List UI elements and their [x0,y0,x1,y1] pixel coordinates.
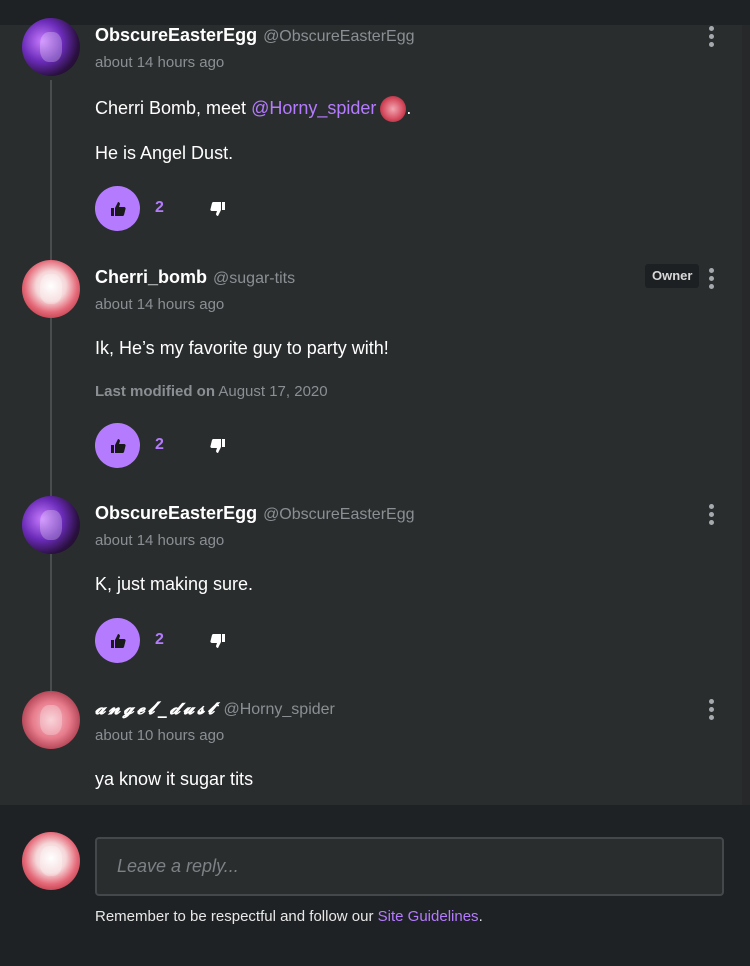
more-options-icon[interactable] [706,26,716,48]
like-button[interactable] [95,186,140,231]
guidelines-notice: Remember to be respectful and follow our… [95,908,483,925]
more-options-icon[interactable] [706,268,716,290]
author-name[interactable]: 𝓪𝓷𝓰𝓮𝓵_𝓭𝓾𝓼𝓽 [95,698,217,719]
comment-text: ya know it sugar tits [95,769,254,789]
avatar[interactable] [22,18,80,76]
thumbs-up-icon [110,438,126,453]
thumbs-down-icon [210,439,225,453]
comment-text: . [406,97,412,118]
comment-time[interactable]: about 10 hours ago [95,727,224,744]
author-name[interactable]: ObscureEasterEgg [95,25,257,45]
reply-input[interactable] [95,837,724,896]
thread-line [50,80,52,695]
current-user-avatar[interactable] [22,832,80,890]
comment-text: Ik, He’s my favorite guy to party with! [95,338,389,358]
like-count: 2 [155,631,164,648]
comment-text: Cherri Bomb, meet [95,97,252,118]
modified-date: August 17, 2020 [218,383,328,400]
guidelines-suffix: . [478,908,483,925]
site-guidelines-link[interactable]: Site Guidelines [378,908,479,925]
comment-body-line: He is Angel Dust. [95,143,234,163]
more-options-icon[interactable] [706,699,716,721]
avatar[interactable] [22,260,80,318]
like-count: 2 [155,436,164,453]
guidelines-text: Remember to be respectful and follow our [95,908,378,925]
user-mention-link[interactable]: @Horny_spider [251,98,376,118]
comment-time[interactable]: about 14 hours ago [95,532,224,549]
like-count: 2 [155,199,164,216]
avatar-figure [40,274,62,304]
comment-author[interactable]: ObscureEasterEgg @ObscureEasterEgg [95,25,414,46]
thumbs-down-icon [210,634,225,648]
like-button[interactable] [95,423,140,468]
thumbs-down-icon [210,202,225,216]
thumbs-up-icon [110,201,126,216]
thumbs-up-icon [110,633,126,648]
avatar-figure [40,510,62,540]
comment-time[interactable]: about 14 hours ago [95,54,224,71]
owner-badge: Owner [645,264,700,288]
avatar-figure [40,846,62,876]
comment-text: K, just making sure. [95,574,254,594]
author-name[interactable]: ObscureEasterEgg [95,503,257,523]
avatar-figure [40,705,62,735]
comment-body-line: Cherri Bomb, meet @Horny_spider. [95,96,411,122]
more-options-icon[interactable] [706,504,716,526]
angel-dust-emoji-icon [380,96,407,122]
author-handle[interactable]: @ObscureEasterEgg [263,28,414,45]
author-handle[interactable]: @Horny_spider [223,701,334,718]
avatar[interactable] [22,496,80,554]
dislike-button[interactable] [208,631,228,651]
dislike-button[interactable] [208,436,228,456]
author-name[interactable]: Cherri_bomb [95,267,207,287]
modified-label: Last modified on [95,383,215,400]
last-modified: Last modified on August 17, 2020 [95,383,328,400]
author-handle[interactable]: @ObscureEasterEgg [263,506,414,523]
top-bar [0,0,750,25]
avatar[interactable] [22,691,80,749]
avatar-figure [40,32,62,62]
like-button[interactable] [95,618,140,663]
comment-author[interactable]: 𝓪𝓷𝓰𝓮𝓵_𝓭𝓾𝓼𝓽 @Horny_spider [95,698,335,719]
author-handle[interactable]: @sugar-tits [213,270,295,287]
dislike-button[interactable] [208,199,228,219]
comment-author[interactable]: ObscureEasterEgg @ObscureEasterEgg [95,503,414,524]
comment-time[interactable]: about 14 hours ago [95,296,224,313]
scrollbar-track[interactable] [742,25,750,805]
comment-author[interactable]: Cherri_bomb @sugar-tits [95,267,295,288]
